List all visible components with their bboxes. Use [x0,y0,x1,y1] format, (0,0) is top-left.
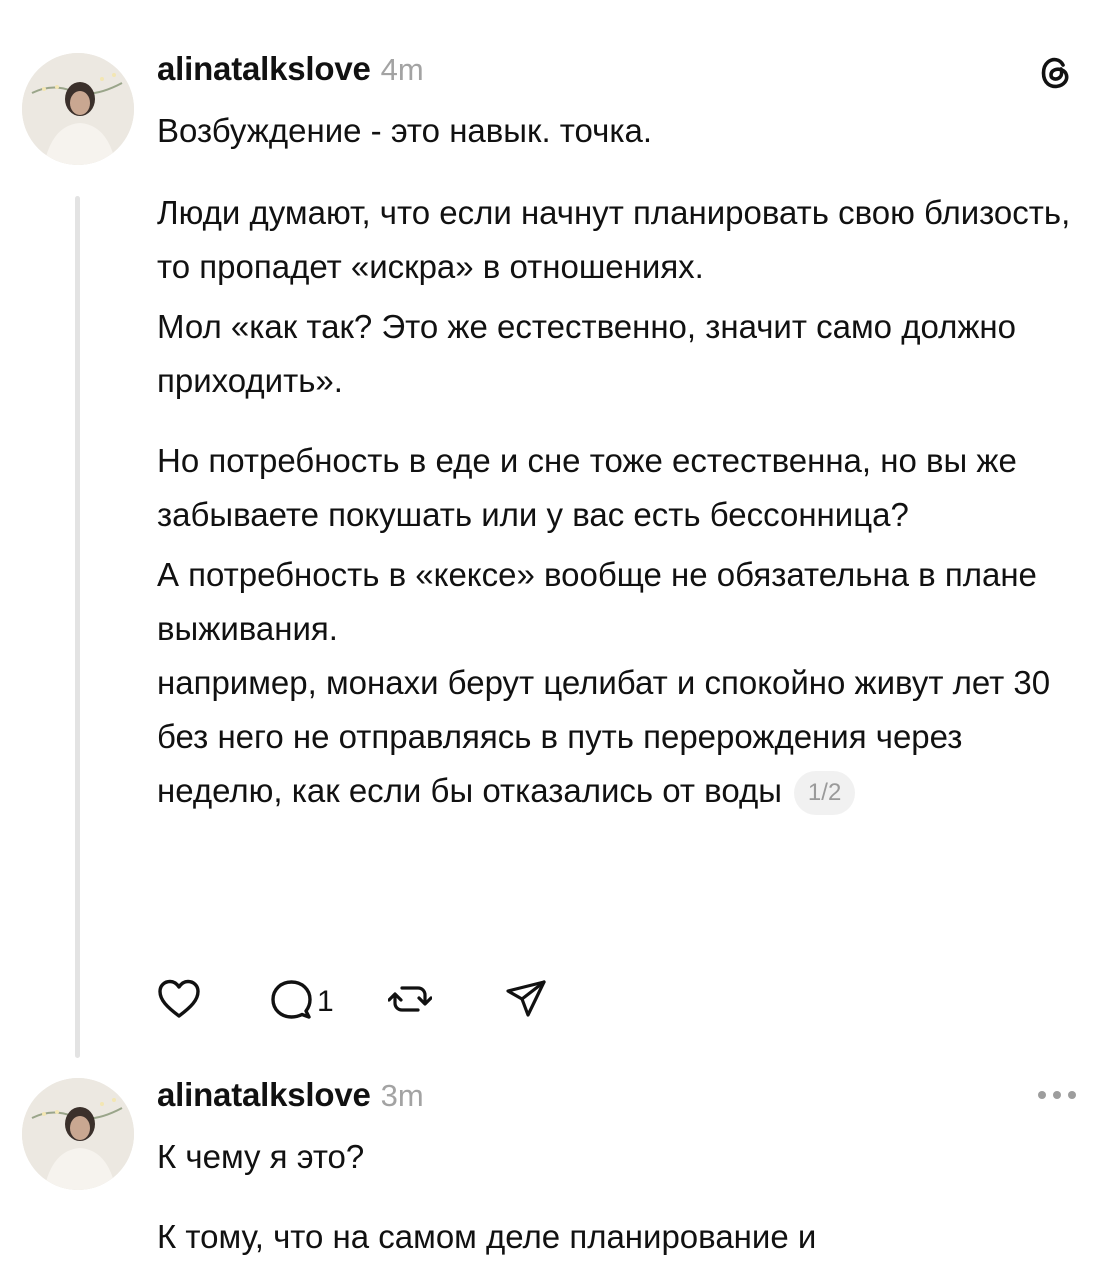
paragraph: например, монахи берут целибат и спокойн… [157,664,1051,809]
more-icon[interactable] [1038,1091,1076,1099]
paragraph: К тому, что на самом деле планирование и [157,1218,817,1255]
action-bar: 1 [157,978,600,1025]
paragraph: Возбуждение - это навык. точка. [157,112,653,149]
page-indicator[interactable]: 1/2 [793,771,856,816]
repost-icon [387,978,433,1025]
post-body: К чему я это? К тому, что на самом деле … [157,1130,1092,1264]
repost-button[interactable] [387,978,433,1025]
like-button[interactable] [157,978,201,1025]
avatar[interactable] [22,53,134,165]
post-body: Возбуждение - это навык. точка. Люди дум… [157,104,1092,818]
share-button[interactable] [504,978,548,1025]
username[interactable]: alinatalkslove [157,50,371,88]
comment-icon [269,978,313,1025]
paragraph: А потребность в «кексе» вообще не обязат… [157,556,1037,647]
thread-line [75,196,80,1058]
share-icon [504,978,548,1025]
reply-count: 1 [317,984,334,1018]
timestamp: 4m [380,52,424,87]
threads-logo-icon[interactable] [1033,51,1077,95]
reply-button[interactable]: 1 [269,978,334,1025]
heart-icon [157,978,201,1025]
username[interactable]: alinatalkslove [157,1076,371,1114]
paragraph: К чему я это? [157,1138,365,1175]
paragraph: Люди думают, что если начнут планировать… [157,194,1071,285]
post-header: alinatalkslove 3m [157,1076,424,1114]
timestamp: 3m [380,1078,424,1113]
avatar[interactable] [22,1078,134,1190]
post-header: alinatalkslove 4m [157,50,424,88]
paragraph: Мол «как так? Это же естественно, значит… [157,308,1016,399]
paragraph: Но потребность в еде и сне тоже естестве… [157,442,1017,533]
threads-feed: alinatalkslove 4m Возбуждение - это навы… [0,0,1109,1280]
